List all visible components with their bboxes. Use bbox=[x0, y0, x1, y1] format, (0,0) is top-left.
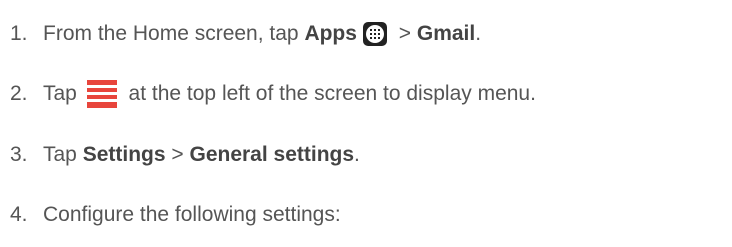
separator: > bbox=[392, 22, 417, 45]
step-1: 1. From the Home screen, tap Apps > Gmai… bbox=[0, 19, 481, 49]
step-end: . bbox=[354, 143, 360, 166]
step-text: Tap bbox=[43, 82, 83, 105]
step-text: Configure the following settings: bbox=[43, 203, 341, 226]
step-number: 4. bbox=[10, 203, 28, 226]
step-number: 3. bbox=[10, 143, 28, 166]
step-4: 4. Configure the following settings: bbox=[0, 200, 341, 230]
step-end: . bbox=[475, 22, 482, 45]
step-2: 2. Tap at the top left of the screen to … bbox=[0, 79, 536, 109]
instruction-steps: 1. From the Home screen, tap Apps > Gmai… bbox=[0, 0, 732, 247]
general-settings-label: General settings bbox=[189, 143, 355, 166]
step-text: From the Home screen, tap bbox=[43, 22, 305, 45]
separator: > bbox=[165, 143, 190, 166]
step-number: 2. bbox=[10, 82, 28, 105]
step-text: Tap bbox=[43, 143, 83, 166]
apps-label: Apps bbox=[304, 22, 357, 45]
menu-hamburger-icon bbox=[86, 80, 117, 108]
settings-label: Settings bbox=[82, 143, 166, 166]
apps-grid-icon bbox=[362, 22, 387, 46]
step-text-after: at the top left of the screen to display… bbox=[122, 82, 536, 105]
step-3: 3. Tap Settings > General settings . bbox=[0, 140, 360, 170]
step-number: 1. bbox=[10, 22, 28, 45]
gmail-label: Gmail bbox=[416, 22, 476, 45]
